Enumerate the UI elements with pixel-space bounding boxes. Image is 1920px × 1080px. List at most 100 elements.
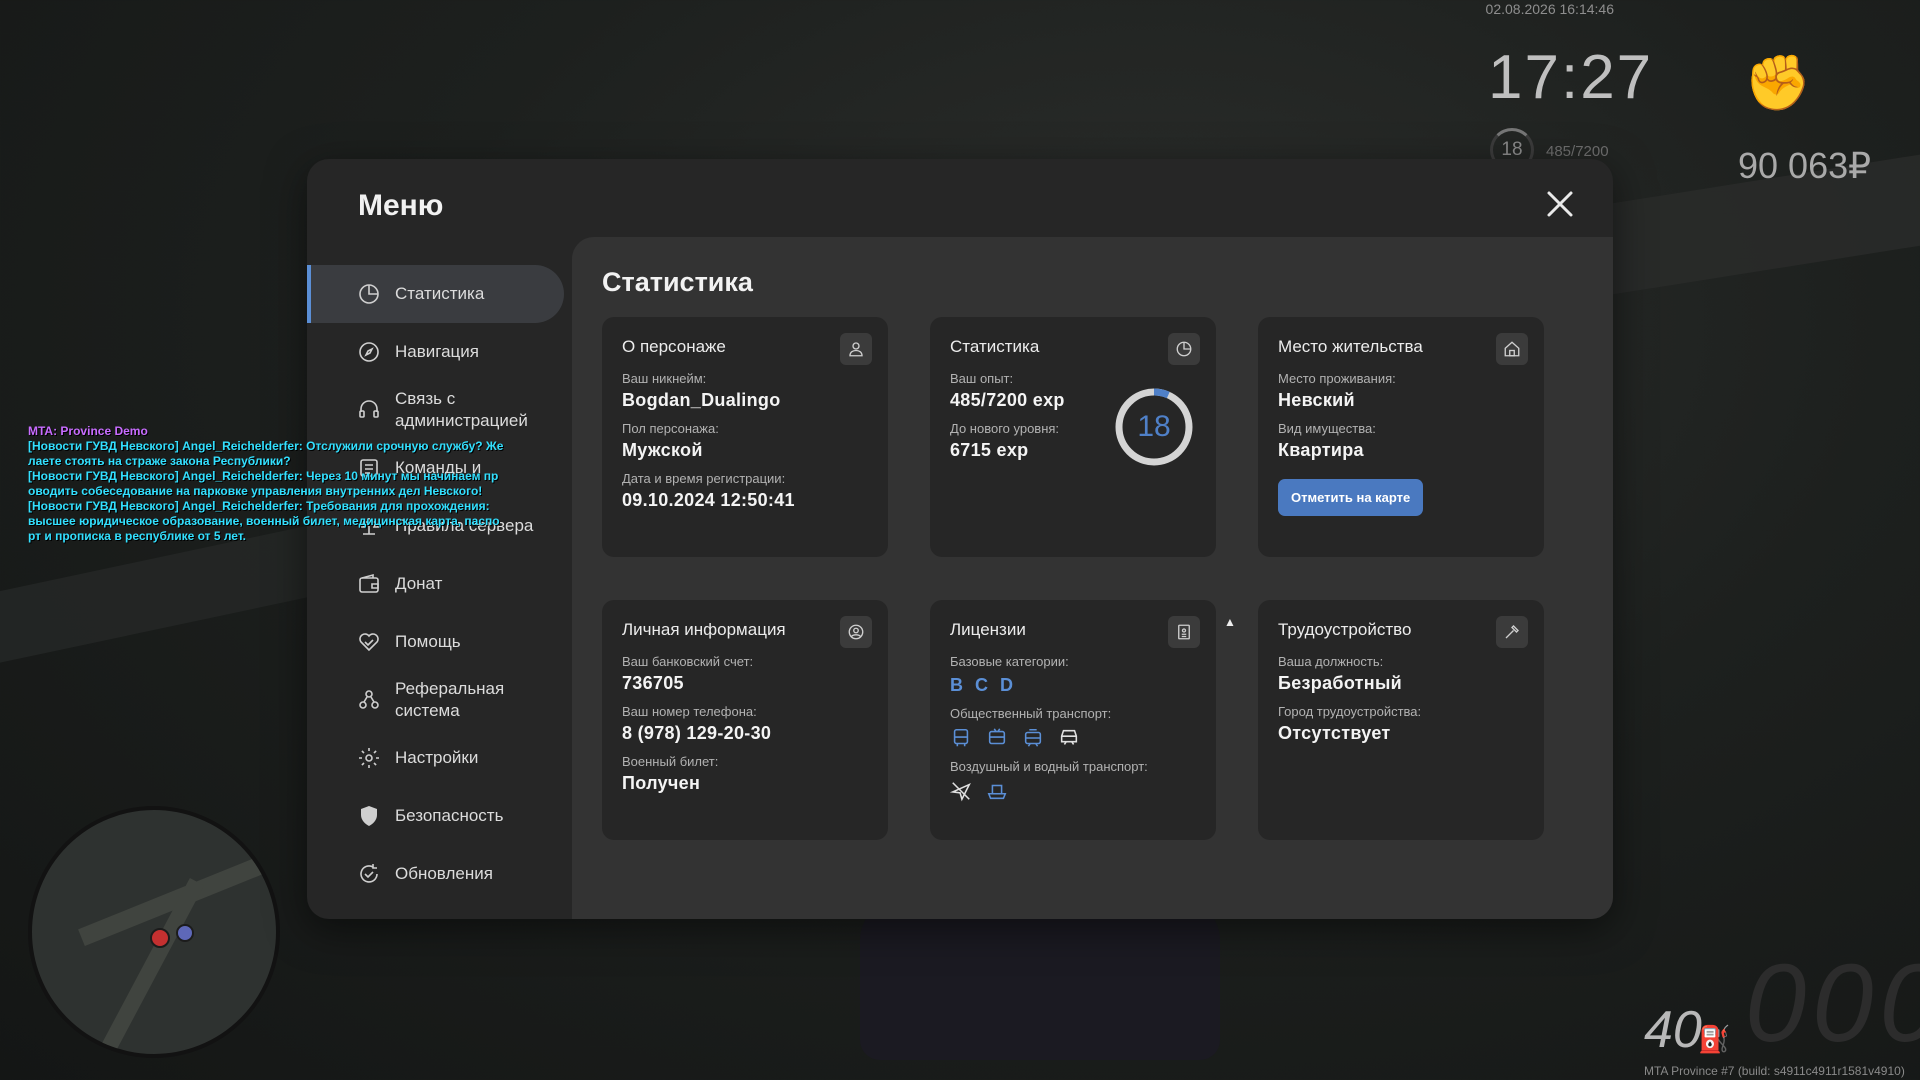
sidebar-item-navigation[interactable]: Навигация xyxy=(307,323,564,381)
field-label: Ваша должность: xyxy=(1278,654,1384,669)
sidebar-item-settings[interactable]: Настройки xyxy=(307,729,564,787)
field-label: Ваш никнейм: xyxy=(622,371,707,386)
user-circle-icon xyxy=(840,616,872,648)
hud-money: 90 063₽ xyxy=(1738,145,1872,186)
speedometer-digits: 000 xyxy=(1745,942,1920,1065)
card-title: Статистика xyxy=(950,337,1040,356)
marker-blip-icon xyxy=(176,924,194,942)
field-label: Ваш опыт: xyxy=(950,371,1014,386)
field-label: Военный билет: xyxy=(622,754,719,769)
field-label: Ваш номер телефона: xyxy=(622,704,757,719)
sidebar-item-security[interactable]: Безопасность xyxy=(307,787,564,845)
chat-line: [Новости ГУВД Невского] Angel_Reichelder… xyxy=(28,499,490,513)
sidebar-item-label: Помощь xyxy=(395,632,461,651)
home-icon xyxy=(1496,333,1528,365)
chat-line: лаете стоять на страже закона Республики… xyxy=(28,454,291,468)
pie-chart-icon xyxy=(359,284,379,304)
chat-line: оводить собеседование на парковке управл… xyxy=(28,484,483,498)
field-label: Ваш банковский счет: xyxy=(622,654,754,669)
field-label: Воздушный и водный транспорт: xyxy=(950,759,1148,774)
employment-card: Трудоустройство Ваша должность: Безработ… xyxy=(1258,600,1544,840)
licenses-card: Лицензии Базовые категории: B C D Общест… xyxy=(930,600,1216,840)
sidebar-item-help[interactable]: Помощь xyxy=(307,613,564,671)
chat-line: MTA: Province Demo xyxy=(28,424,148,438)
level-value: 18 xyxy=(1137,410,1171,443)
card-title: Лицензии xyxy=(950,620,1026,639)
sidebar-item-referral[interactable]: Реферальная система xyxy=(307,671,564,729)
license-categories: B C D xyxy=(950,675,1196,696)
wallet-icon xyxy=(359,573,379,593)
compass-icon xyxy=(359,342,379,362)
air-water-licenses xyxy=(950,780,1196,802)
mark-on-map-button[interactable]: Отметить на карте xyxy=(1278,479,1424,516)
sidebar-item-label: Донат xyxy=(395,574,443,593)
build-info: MTA Province #7 (build: s4911c4911r1581v… xyxy=(1644,1064,1905,1078)
mouse-cursor-icon: ▲ xyxy=(1224,615,1236,629)
refresh-check-icon xyxy=(360,864,378,883)
fuel-icon: ⛽ xyxy=(1698,1024,1731,1054)
bank-account-value: 736705 xyxy=(622,673,684,693)
hud-speed: 40 xyxy=(1644,1001,1702,1059)
card-title: О персонаже xyxy=(622,337,726,356)
pie-chart-icon xyxy=(1168,333,1200,365)
sidebar-item-donate[interactable]: Донат xyxy=(307,555,564,613)
phone-value: 8 (978) 129-20-30 xyxy=(622,723,772,743)
gear-icon xyxy=(359,748,379,768)
residence-value: Невский xyxy=(1278,390,1355,410)
sidebar-item-label: Обновления xyxy=(395,864,493,883)
personal-info-card: Личная информация Ваш банковский счет: 7… xyxy=(602,600,888,840)
field-label: Вид имущества: xyxy=(1278,421,1376,436)
property-type-value: Квартира xyxy=(1278,440,1364,460)
chat-log: MTA: Province Demo [Новости ГУВД Невског… xyxy=(28,424,508,544)
public-transport-licenses xyxy=(950,727,1196,749)
sidebar-item-label: Безопасность xyxy=(395,806,504,825)
background-car xyxy=(860,900,1220,1060)
boat-icon xyxy=(987,784,1007,800)
field-label: Общественный транспорт: xyxy=(950,706,1112,721)
license-category: B xyxy=(950,675,963,695)
airplane-icon xyxy=(950,782,971,802)
residence-card: Место жительства Место проживания: Невск… xyxy=(1258,317,1544,557)
license-category: D xyxy=(1000,675,1013,695)
sidebar-item-label: Реферальная система xyxy=(395,679,505,720)
shield-icon xyxy=(361,806,377,826)
military-id-value: Получен xyxy=(622,773,701,793)
minimap xyxy=(28,806,280,1058)
sidebar-item-statistics[interactable]: Статистика xyxy=(307,265,564,323)
card-title: Трудоустройство xyxy=(1278,620,1412,639)
close-icon[interactable] xyxy=(1543,187,1577,221)
chat-line: [Новости ГУВД Невского] Angel_Reichelder… xyxy=(28,469,499,483)
hud-clock: 17:27 xyxy=(1488,43,1654,112)
train-icon xyxy=(1060,729,1078,745)
stats-panel: Статистика О персонаже Ваш никнейм: Bogd… xyxy=(572,237,1613,919)
nickname-value: Bogdan_Dualingo xyxy=(622,390,781,410)
sidebar-item-updates[interactable]: Обновления xyxy=(307,845,564,903)
character-card: О персонаже Ваш никнейм: Bogdan_Dualingo… xyxy=(602,317,888,557)
fist-icon: ✊ xyxy=(1744,53,1812,113)
users-network-icon xyxy=(359,690,379,709)
sidebar: Статистика Навигация Связь с администрац… xyxy=(307,265,564,903)
employment-city-value: Отсутствует xyxy=(1278,723,1391,743)
field-label: Дата и время регистрации: xyxy=(622,471,786,486)
card-title: Личная информация xyxy=(622,620,786,639)
hud-datetime: 02.08.2026 16:14:46 xyxy=(1485,1,1614,17)
menu-title: Меню xyxy=(358,189,444,222)
chat-line: рт и прописка в республике от 5 лет. xyxy=(28,529,246,543)
bus-icon xyxy=(953,728,969,747)
handshake-heart-icon xyxy=(359,633,379,652)
document-icon xyxy=(1168,616,1200,648)
license-category: C xyxy=(975,675,988,695)
sidebar-item-label: Статистика xyxy=(395,284,485,303)
sidebar-item-label: Настройки xyxy=(395,748,479,767)
position-value: Безработный xyxy=(1278,673,1402,693)
hud-exp: 485/7200 xyxy=(1546,143,1609,160)
gender-value: Мужской xyxy=(622,440,703,460)
chat-line: [Новости ГУВД Невского] Angel_Reichelder… xyxy=(28,439,504,453)
hammer-icon xyxy=(1496,616,1528,648)
card-title: Место жительства xyxy=(1278,337,1423,356)
chat-line: высшее юридическое образование, военный … xyxy=(28,514,500,528)
experience-card: Статистика Ваш опыт: 485/7200 exp До нов… xyxy=(930,317,1216,557)
tram-icon xyxy=(1024,728,1042,747)
player-blip-icon xyxy=(150,928,170,948)
sidebar-item-label: Навигация xyxy=(395,342,479,361)
